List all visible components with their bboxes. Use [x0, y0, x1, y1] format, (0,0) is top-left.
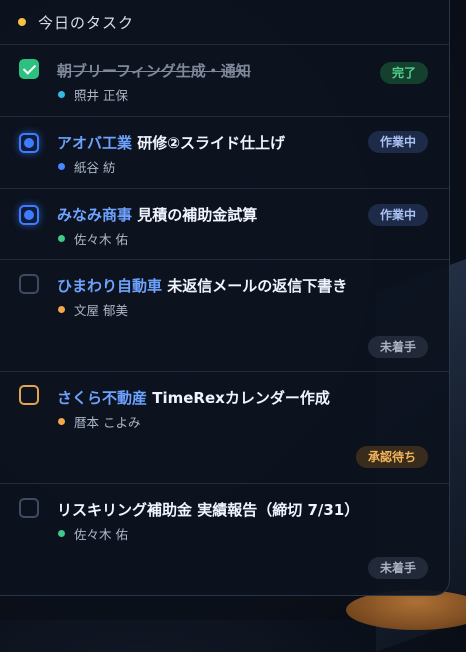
- assignee-dot-icon: [58, 530, 65, 537]
- checkbox-checked-icon[interactable]: [19, 59, 39, 79]
- task-panel: 今日のタスク 朝ブリーフィング生成・通知 照井 正保 完了 アオバ工業 研修②ス…: [0, 0, 450, 596]
- status-badge: 作業中: [367, 204, 428, 226]
- checkbox-in-progress-icon[interactable]: [19, 205, 39, 225]
- assignee-dot-icon: [58, 235, 65, 242]
- task-item[interactable]: さくら不動産 TimeRexカレンダー作成 暦本 こよみ 承認待ち: [0, 372, 449, 484]
- task-assignee: 文屋 郁美: [58, 300, 128, 319]
- assignee-dot-icon: [58, 418, 65, 425]
- status-badge: 作業中: [367, 131, 428, 153]
- assignee-dot-icon: [58, 91, 65, 98]
- task-assignee: 紙谷 紡: [58, 157, 115, 176]
- task-assignee: 佐々木 佑: [58, 524, 128, 543]
- header-dot-icon: [18, 18, 26, 26]
- assignee-dot-icon: [58, 163, 65, 170]
- task-item[interactable]: アオバ工業 研修②スライド仕上げ 紙谷 紡 作業中: [0, 117, 449, 189]
- status-badge: 承認待ち: [355, 446, 428, 468]
- task-client: みなみ商事: [57, 206, 133, 224]
- task-assignee: 照井 正保: [58, 85, 128, 104]
- checkbox-empty-icon[interactable]: [19, 274, 39, 294]
- task-title: アオバ工業 研修②スライド仕上げ: [57, 134, 285, 152]
- task-title: ひまわり自動車 未返信メールの返信下書き: [57, 277, 348, 295]
- task-title: みなみ商事 見積の補助金試算: [57, 206, 258, 224]
- task-assignee: 佐々木 佑: [58, 229, 128, 248]
- panel-header: 今日のタスク: [0, 0, 449, 45]
- task-item[interactable]: ひまわり自動車 未返信メールの返信下書き 文屋 郁美 未着手: [0, 260, 449, 372]
- status-badge: 未着手: [367, 557, 428, 579]
- status-badge: 未着手: [367, 336, 428, 358]
- task-item[interactable]: リスキリング補助金 実績報告（締切 7/31） 佐々木 佑 未着手: [0, 484, 449, 596]
- panel-title: 今日のタスク: [38, 13, 135, 32]
- task-client: アオバ工業: [57, 134, 133, 152]
- task-assignee: 暦本 こよみ: [58, 412, 140, 431]
- status-badge: 完了: [379, 62, 428, 84]
- task-client: ひまわり自動車: [57, 277, 163, 295]
- task-title: 朝ブリーフィング生成・通知: [57, 62, 251, 80]
- checkbox-awaiting-icon[interactable]: [19, 385, 39, 405]
- checkbox-empty-icon[interactable]: [19, 498, 39, 518]
- task-item[interactable]: 朝ブリーフィング生成・通知 照井 正保 完了: [0, 45, 449, 117]
- task-client: さくら不動産: [57, 389, 148, 407]
- task-item[interactable]: みなみ商事 見積の補助金試算 佐々木 佑 作業中: [0, 189, 449, 260]
- assignee-dot-icon: [58, 306, 65, 313]
- checkbox-in-progress-icon[interactable]: [19, 133, 39, 153]
- background-orange-shape: [346, 590, 466, 630]
- task-title: リスキリング補助金 実績報告（締切 7/31）: [57, 501, 360, 519]
- task-title: さくら不動産 TimeRexカレンダー作成: [57, 389, 330, 407]
